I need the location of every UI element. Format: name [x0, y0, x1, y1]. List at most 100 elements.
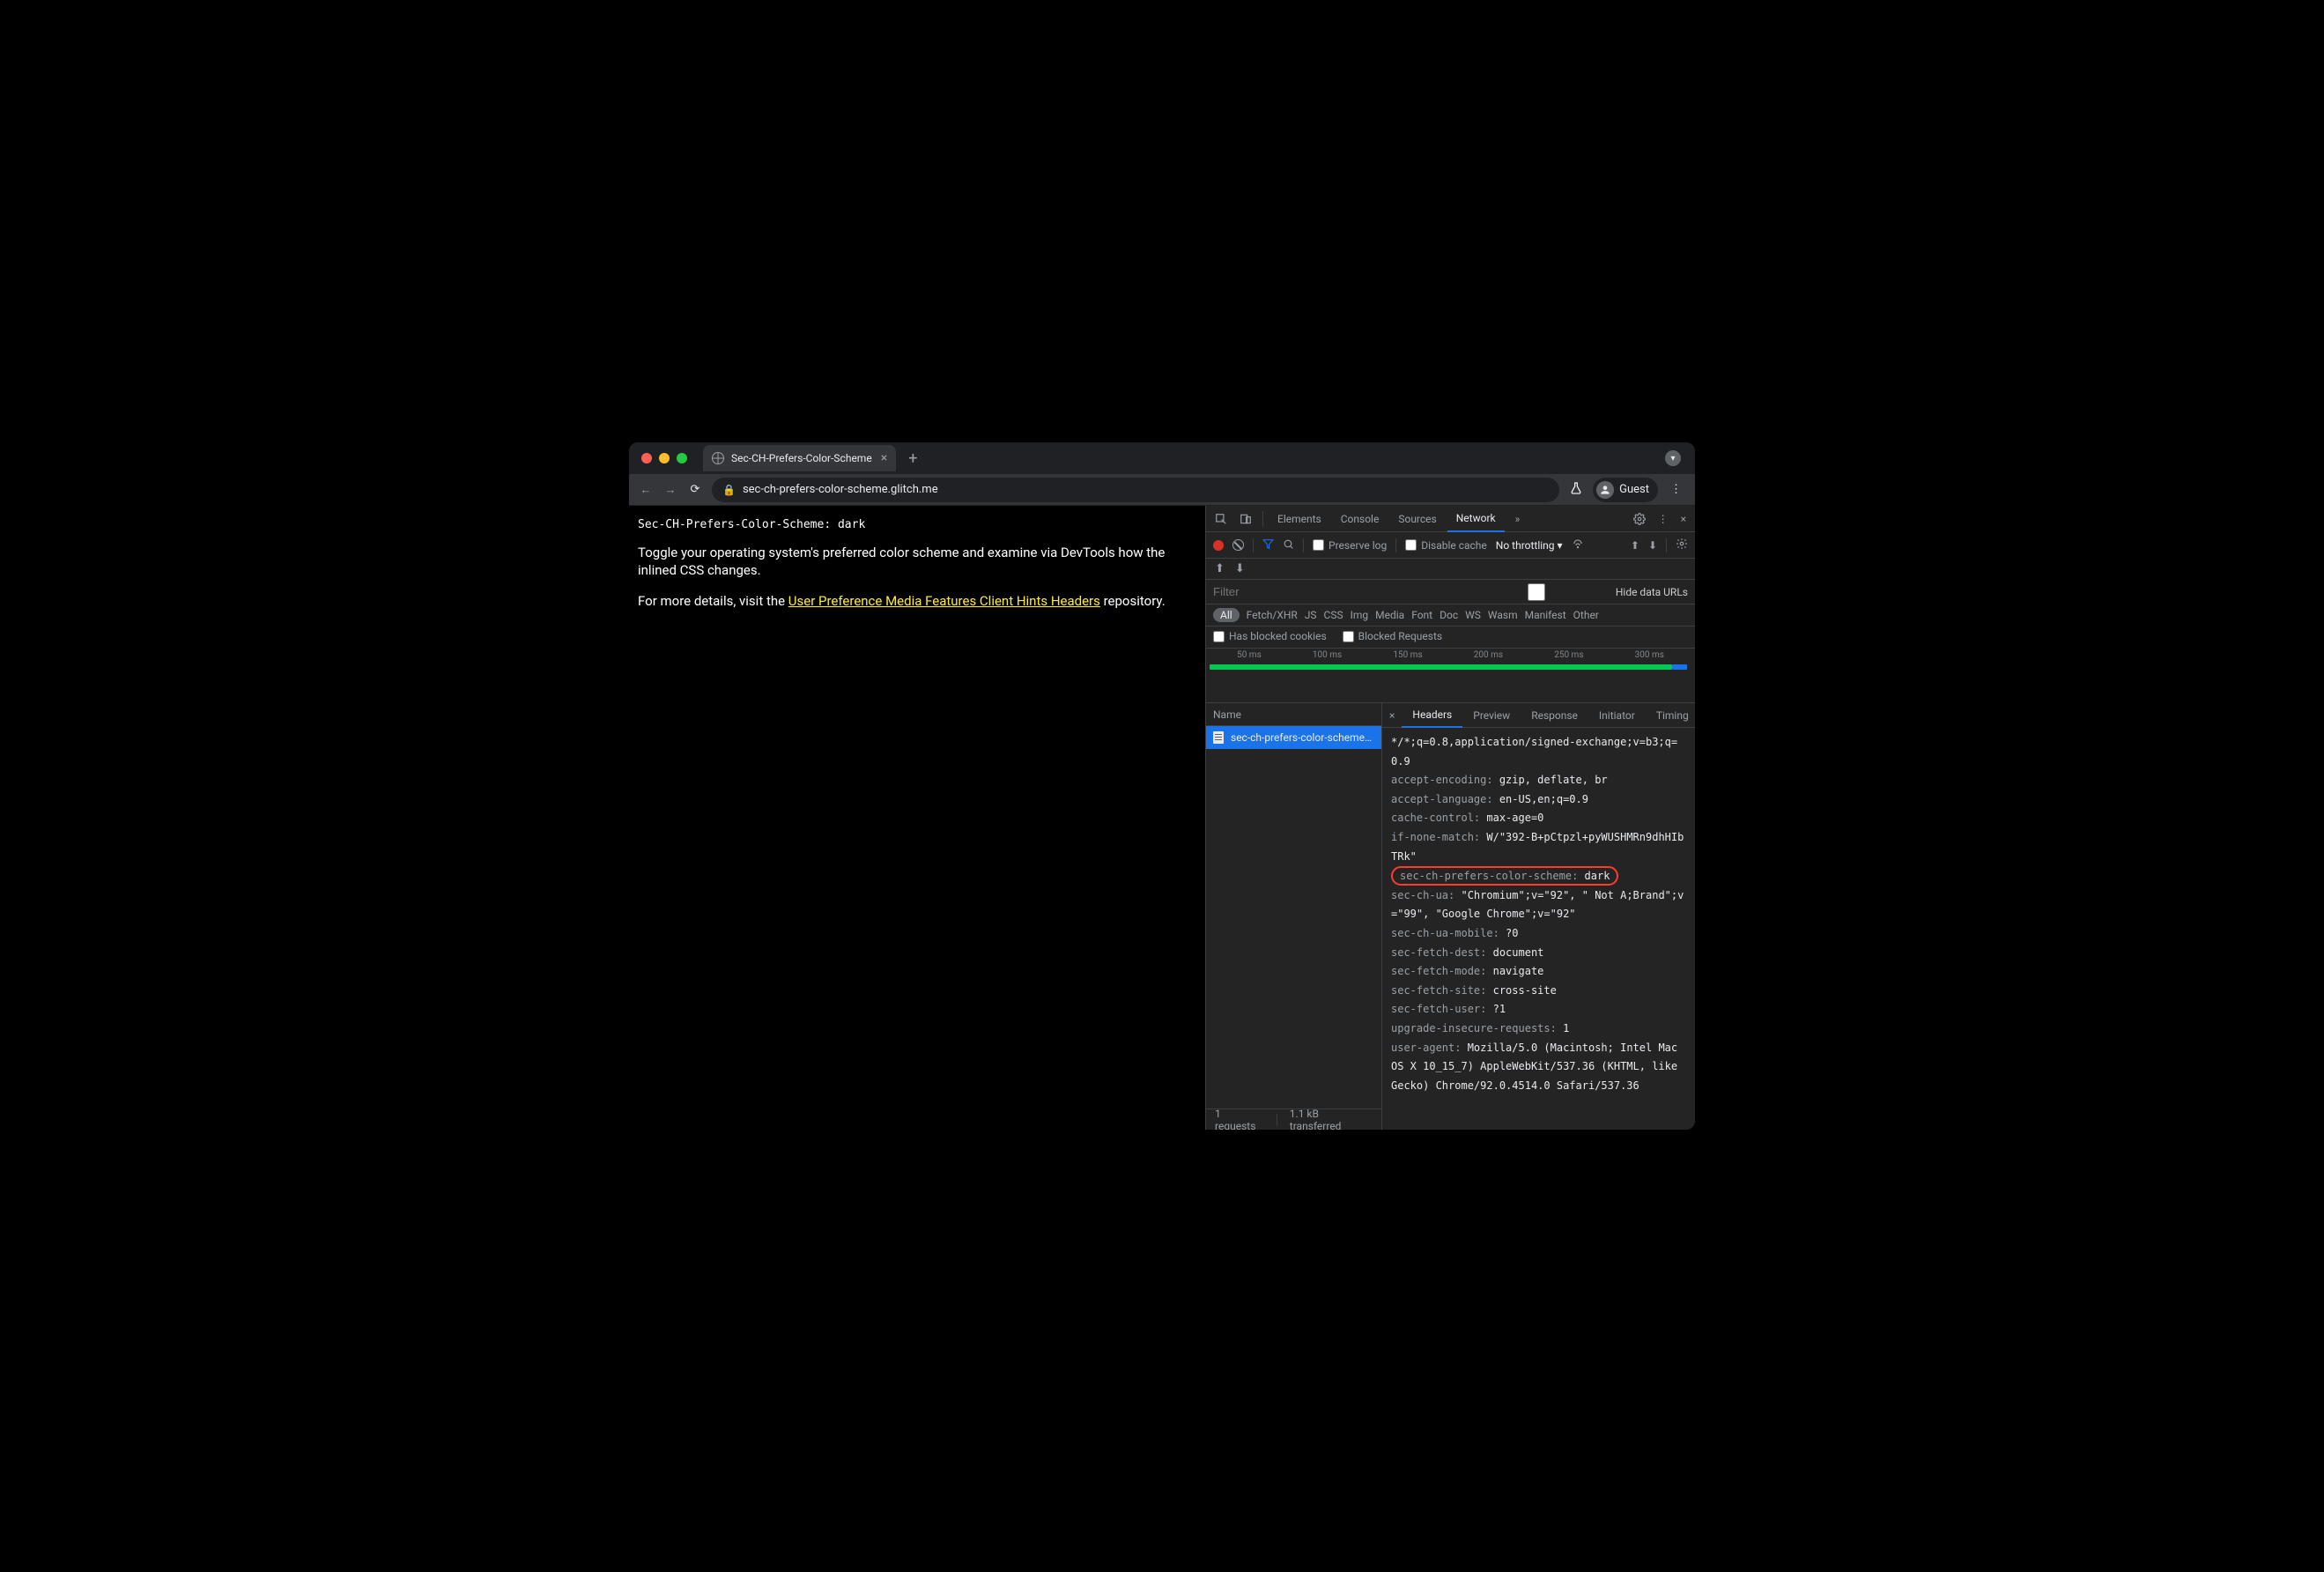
lock-icon: 🔒: [722, 484, 736, 496]
clear-button[interactable]: [1232, 539, 1244, 551]
headers-pane[interactable]: */*;q=0.8,application/signed-exchange;v=…: [1382, 728, 1695, 1130]
waterfall-timeline[interactable]: 50 ms100 ms150 ms200 ms250 ms300 ms: [1206, 649, 1695, 703]
divider: [1666, 538, 1667, 552]
type-filter-font[interactable]: Font: [1411, 609, 1432, 621]
devtools-panel: Elements Console Sources Network » ⋮ ×: [1205, 506, 1695, 1130]
labs-icon[interactable]: [1568, 481, 1584, 499]
page-header-line: Sec-CH-Prefers-Color-Scheme: dark: [638, 518, 1196, 531]
type-filter-doc[interactable]: Doc: [1440, 609, 1458, 621]
tab-sources[interactable]: Sources: [1389, 506, 1445, 532]
type-filter-js[interactable]: JS: [1305, 609, 1317, 621]
browser-tab[interactable]: Sec-CH-Prefers-Color-Scheme ×: [703, 445, 896, 471]
timeline-tick: 100 ms: [1313, 650, 1342, 660]
header-row: sec-ch-prefers-color-scheme: dark: [1391, 866, 1686, 886]
divider: [1253, 538, 1254, 552]
type-filter-other[interactable]: Other: [1573, 609, 1599, 621]
hide-data-urls-label: Hide data URLs: [1616, 586, 1688, 598]
preserve-log-label: Preserve log: [1329, 539, 1387, 552]
header-row: accept-encoding: gzip, deflate, br: [1391, 771, 1686, 790]
tab-network[interactable]: Network: [1447, 506, 1505, 532]
timeline-tick: 150 ms: [1393, 650, 1422, 660]
network-split: Name sec-ch-prefers-color-scheme… 1 requ…: [1206, 703, 1695, 1130]
request-row[interactable]: sec-ch-prefers-color-scheme…: [1206, 726, 1381, 749]
type-filter-css[interactable]: CSS: [1324, 609, 1343, 621]
close-tab-button[interactable]: ×: [881, 451, 887, 465]
throttling-select[interactable]: No throttling ▾: [1496, 539, 1563, 552]
timeline-tick: 300 ms: [1635, 650, 1664, 660]
detail-tab-response[interactable]: Response: [1521, 703, 1588, 728]
filter-toggle-icon[interactable]: [1262, 538, 1274, 552]
tab-console[interactable]: Console: [1332, 506, 1388, 532]
zoom-window-button[interactable]: [677, 453, 687, 463]
profile-label: Guest: [1619, 483, 1649, 496]
network-statusbar: 1 requests 1.1 kB transferred: [1206, 1109, 1381, 1130]
tab-more[interactable]: »: [1506, 506, 1529, 532]
close-detail-button[interactable]: ×: [1382, 709, 1402, 722]
disable-cache-label: Disable cache: [1421, 539, 1487, 552]
device-toolbar-button[interactable]: [1234, 506, 1257, 532]
header-row: sec-fetch-user: ?1: [1391, 1000, 1686, 1020]
header-row: if-none-match: W/"392-B+pCtpzl+pyWUSHMRn…: [1391, 828, 1686, 866]
profile-chip[interactable]: Guest: [1593, 478, 1658, 502]
filter-input[interactable]: [1206, 583, 1376, 601]
header-row: accept-language: en-US,en;q=0.9: [1391, 790, 1686, 810]
export-har-icon[interactable]: ⬆: [1215, 562, 1225, 575]
forward-button[interactable]: →: [662, 483, 678, 497]
page-paragraph-1: Toggle your operating system's preferred…: [638, 544, 1196, 580]
header-row: */*;q=0.8,application/signed-exchange;v=…: [1391, 733, 1686, 771]
hide-data-urls-checkbox[interactable]: Hide data URLs: [1462, 583, 1688, 601]
devtools-settings-button[interactable]: [1628, 506, 1651, 532]
type-filter-fetchxhr[interactable]: Fetch/XHR: [1247, 609, 1298, 621]
blocked-cookies-label: Has blocked cookies: [1229, 630, 1327, 642]
record-button[interactable]: [1213, 540, 1224, 551]
blocked-requests-checkbox[interactable]: Blocked Requests: [1343, 630, 1442, 642]
chrome-menu-button[interactable]: ⋮: [1667, 483, 1686, 496]
page-paragraph-2: For more details, visit the User Prefere…: [638, 592, 1196, 610]
network-conditions-icon[interactable]: [1572, 538, 1584, 552]
detail-tab-headers[interactable]: Headers: [1402, 703, 1462, 728]
type-filter-wasm[interactable]: Wasm: [1488, 609, 1518, 621]
timeline-bar-finish: [1672, 664, 1686, 670]
devtools-tabs: Elements Console Sources Network » ⋮ ×: [1206, 506, 1695, 532]
type-filter-all[interactable]: All: [1213, 608, 1240, 622]
column-name[interactable]: Name: [1206, 703, 1381, 726]
download-icon[interactable]: ⬇: [1648, 539, 1657, 552]
inspect-element-button[interactable]: [1210, 506, 1232, 532]
tab-search-button[interactable]: ▾: [1665, 450, 1681, 466]
import-har-icon[interactable]: ⬇: [1235, 562, 1245, 575]
upload-icon[interactable]: ⬆: [1631, 539, 1639, 552]
devtools-close-button[interactable]: ×: [1676, 506, 1691, 532]
timeline-bar-load: [1210, 664, 1672, 670]
reload-button[interactable]: ⟳: [687, 483, 703, 496]
preserve-log-checkbox[interactable]: Preserve log: [1313, 539, 1387, 552]
divider: [1262, 511, 1263, 527]
divider: [1395, 538, 1396, 552]
extra-filters: Has blocked cookies Blocked Requests: [1206, 627, 1695, 649]
minimize-window-button[interactable]: [659, 453, 670, 463]
type-filter-manifest[interactable]: Manifest: [1525, 609, 1566, 621]
type-filter-img[interactable]: Img: [1351, 609, 1369, 621]
disable-cache-checkbox[interactable]: Disable cache: [1405, 539, 1487, 552]
close-window-button[interactable]: [641, 453, 652, 463]
search-icon[interactable]: [1283, 538, 1294, 552]
header-row: upgrade-insecure-requests: 1: [1391, 1020, 1686, 1039]
tab-title: Sec-CH-Prefers-Color-Scheme: [731, 452, 872, 464]
network-settings-icon[interactable]: [1676, 538, 1688, 552]
divider: [1303, 538, 1304, 552]
detail-tab-preview[interactable]: Preview: [1462, 703, 1521, 728]
detail-tabs: × Headers Preview Response Initiator Tim…: [1382, 703, 1695, 728]
page-viewport[interactable]: Sec-CH-Prefers-Color-Scheme: dark Toggle…: [629, 506, 1205, 1130]
blocked-cookies-checkbox[interactable]: Has blocked cookies: [1213, 630, 1327, 642]
back-button[interactable]: ←: [638, 483, 654, 497]
new-tab-button[interactable]: +: [908, 449, 917, 468]
devtools-menu-button[interactable]: ⋮: [1653, 506, 1674, 532]
header-row: sec-fetch-dest: document: [1391, 944, 1686, 963]
client-hints-link[interactable]: User Preference Media Features Client Hi…: [788, 593, 1100, 609]
tab-elements[interactable]: Elements: [1269, 506, 1330, 532]
address-bar[interactable]: 🔒 sec-ch-prefers-color-scheme.glitch.me: [712, 478, 1559, 502]
type-filter-media[interactable]: Media: [1375, 609, 1404, 621]
detail-tab-timing[interactable]: Timing: [1646, 703, 1695, 728]
type-filter-ws[interactable]: WS: [1465, 609, 1481, 621]
header-row: sec-ch-ua-mobile: ?0: [1391, 924, 1686, 944]
detail-tab-initiator[interactable]: Initiator: [1588, 703, 1646, 728]
